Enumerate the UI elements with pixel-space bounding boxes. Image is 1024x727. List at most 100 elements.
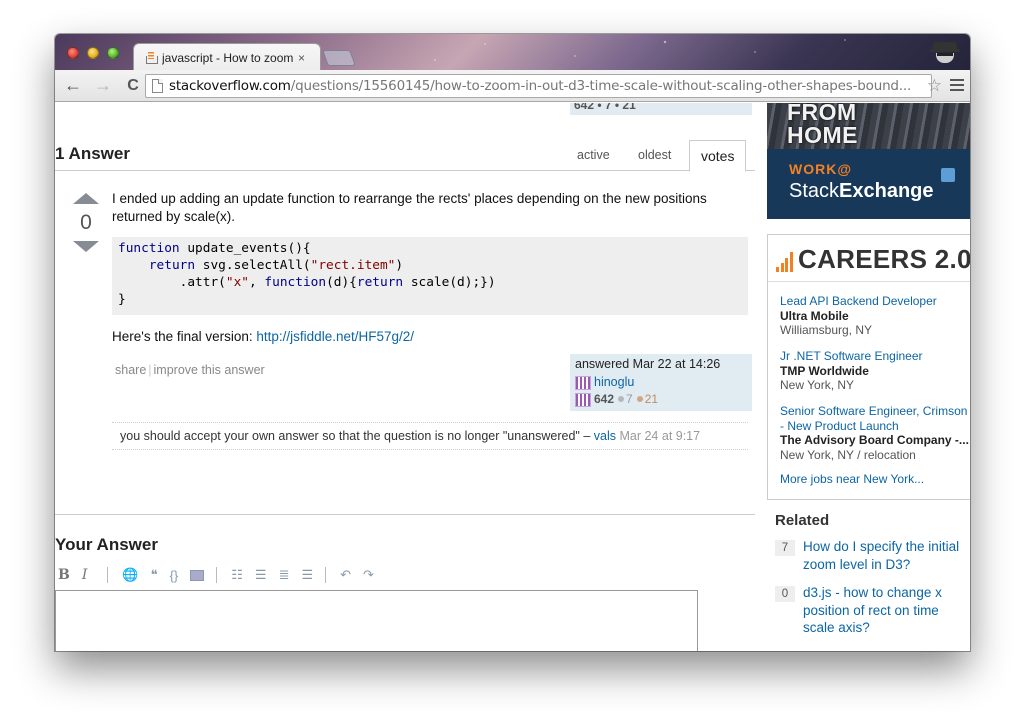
related-link[interactable]: How do I specify the initial zoom level …	[803, 538, 970, 573]
job-location: Williamsburg, NY	[780, 323, 873, 337]
careers-box: CAREERS 2.0 Lead API Backend Developer U…	[767, 234, 970, 500]
divider	[55, 514, 755, 515]
sidebar: FROM HOME WORK@ StackExchange CAREERS 2.…	[767, 103, 970, 651]
answers-header: 1 Answer active oldest votes	[55, 139, 755, 172]
related-item: 0 d3.js - how to change x position of re…	[775, 584, 970, 637]
vote-up-icon[interactable]	[73, 193, 99, 204]
ad-banner: WORK@ StackExchange	[767, 149, 970, 219]
horizontal-rule-button[interactable]: ☰	[301, 567, 313, 583]
tab-votes[interactable]: votes	[689, 140, 747, 172]
rep-score: 642	[594, 392, 615, 406]
code-button[interactable]: {}	[170, 568, 179, 583]
stackoverflow-favicon-icon	[144, 51, 158, 65]
forward-icon[interactable]: →	[91, 75, 115, 96]
url-host: stackoverflow.com	[169, 78, 291, 94]
browser-toolbar: ← → C stackoverflow.com/questions/155601…	[55, 70, 970, 102]
reload-icon[interactable]: C	[121, 77, 145, 95]
silver-count: 7	[626, 392, 633, 406]
your-answer-title: Your Answer	[55, 535, 158, 554]
job-title-link[interactable]: Senior Software Engineer, Crimson - New …	[780, 404, 970, 433]
job-title-link[interactable]: Jr .NET Software Engineer	[780, 349, 923, 363]
comment-user-link[interactable]: vals	[594, 429, 616, 443]
job-title-link[interactable]: Lead API Backend Developer	[780, 294, 937, 308]
blockquote-button[interactable]: ❝	[151, 567, 158, 583]
more-jobs-link[interactable]: More jobs near New York...	[780, 472, 924, 486]
answers-count-title: 1 Answer	[55, 144, 130, 163]
user-reputation: 642 7 21	[575, 392, 658, 407]
unordered-list-button[interactable]: ☰	[255, 567, 267, 583]
minimize-window-button[interactable]	[87, 47, 99, 59]
vote-cell: 0	[70, 193, 102, 252]
tab-title: javascript - How to zoom i	[162, 50, 294, 65]
job-company: Ultra Mobile	[780, 308, 849, 323]
answer-text: I ended up adding an update function to …	[112, 191, 707, 224]
job-listing: Jr .NET Software Engineer TMP Worldwide …	[780, 349, 970, 393]
user-info: hinoglu	[575, 375, 634, 390]
question-user-rep: 642 • 7 • 21	[574, 103, 636, 112]
question-user-card: 642 • 7 • 21	[570, 103, 752, 115]
bold-button[interactable]: B	[58, 567, 70, 583]
page-icon	[152, 79, 163, 93]
tab-close-icon[interactable]: ×	[298, 51, 305, 65]
main-column: 642 • 7 • 21 1 Answer active oldest vote…	[55, 103, 755, 651]
stackexchange-ad[interactable]: FROM HOME WORK@ StackExchange	[767, 103, 970, 219]
user-name-link[interactable]: hinoglu	[594, 375, 634, 389]
redo-button[interactable]: ↷	[363, 567, 374, 583]
answered-time: answered Mar 22 at 14:26	[575, 357, 721, 371]
user-avatar[interactable]	[575, 375, 591, 390]
bronze-badge-icon	[636, 396, 643, 403]
tab-oldest[interactable]: oldest	[638, 148, 671, 162]
incognito-icon	[930, 38, 960, 66]
related-link[interactable]: d3.js - how to change x position of rect…	[803, 584, 970, 637]
heading-button[interactable]: ≣	[279, 567, 290, 583]
bronze-count: 21	[644, 392, 659, 406]
ad-headline: FROM HOME	[787, 103, 858, 148]
silver-badge-icon	[618, 396, 625, 403]
comment-text: you should accept your own answer so tha…	[120, 429, 591, 443]
related-score: 7	[775, 540, 795, 556]
tab-active[interactable]: active	[577, 148, 610, 162]
final-version-line: Here's the final version: http://jsfiddl…	[112, 329, 414, 344]
job-listing: Senior Software Engineer, Crimson - New …	[780, 404, 970, 462]
vote-down-icon[interactable]	[73, 241, 99, 252]
back-icon[interactable]: ←	[61, 75, 85, 96]
undo-button[interactable]: ↶	[340, 567, 351, 583]
careers-header[interactable]: CAREERS 2.0	[776, 242, 970, 272]
browser-tab[interactable]: javascript - How to zoom i ×	[133, 43, 321, 71]
related-score: 0	[775, 586, 795, 602]
comment: you should accept your own answer so tha…	[112, 422, 748, 450]
code-block: function update_events(){ return svg.sel…	[112, 237, 748, 315]
answer-textarea[interactable]	[55, 590, 698, 651]
user-avatar-small	[575, 392, 591, 407]
new-tab-button[interactable]	[322, 50, 356, 66]
address-bar[interactable]: stackoverflow.com/questions/15560145/how…	[145, 74, 932, 98]
job-location: New York, NY / relocation	[780, 447, 916, 462]
careers-logo-icon	[776, 252, 794, 272]
ad-work-text: WORK@	[789, 161, 852, 177]
ordered-list-button[interactable]: ☷	[231, 567, 243, 583]
job-location: New York, NY	[780, 378, 855, 392]
job-listing: Lead API Backend Developer Ultra Mobile …	[780, 294, 970, 338]
answer-user-card: answered Mar 22 at 14:26 hinoglu 642 7 21	[570, 354, 752, 411]
related-title: Related	[775, 512, 830, 529]
italic-button[interactable]: I	[82, 567, 88, 583]
final-version-label: Here's the final version:	[112, 329, 257, 344]
page-content: 642 • 7 • 21 1 Answer active oldest vote…	[55, 103, 970, 651]
chrome-menu-icon[interactable]	[950, 79, 964, 91]
bookmark-star-icon[interactable]: ☆	[927, 76, 942, 96]
link-icon[interactable]: 🌐	[122, 567, 138, 583]
image-icon[interactable]	[190, 569, 205, 581]
vote-count: 0	[80, 211, 92, 234]
close-window-button[interactable]	[67, 47, 79, 59]
url-path: /questions/15560145/how-to-zoom-in-out-d…	[290, 78, 912, 94]
ad-brand: StackExchange	[789, 180, 934, 202]
jsfiddle-link[interactable]: http://jsfiddle.net/HF57g/2/	[256, 329, 414, 344]
editor-toolbar: B I 🌐 ❝ {} ☷ ☰ ≣ ☰ ↶ ↷	[58, 566, 386, 584]
improve-answer-link[interactable]: improve this answer	[154, 363, 265, 377]
share-link[interactable]: share	[115, 363, 146, 377]
related-item: 7 How do I specify the initial zoom leve…	[775, 538, 970, 573]
zoom-window-button[interactable]	[107, 47, 119, 59]
job-company: The Advisory Board Company -...	[780, 433, 969, 447]
comment-time: Mar 24 at 9:17	[619, 429, 701, 443]
browser-window: javascript - How to zoom i × ← → C stack…	[55, 34, 970, 651]
